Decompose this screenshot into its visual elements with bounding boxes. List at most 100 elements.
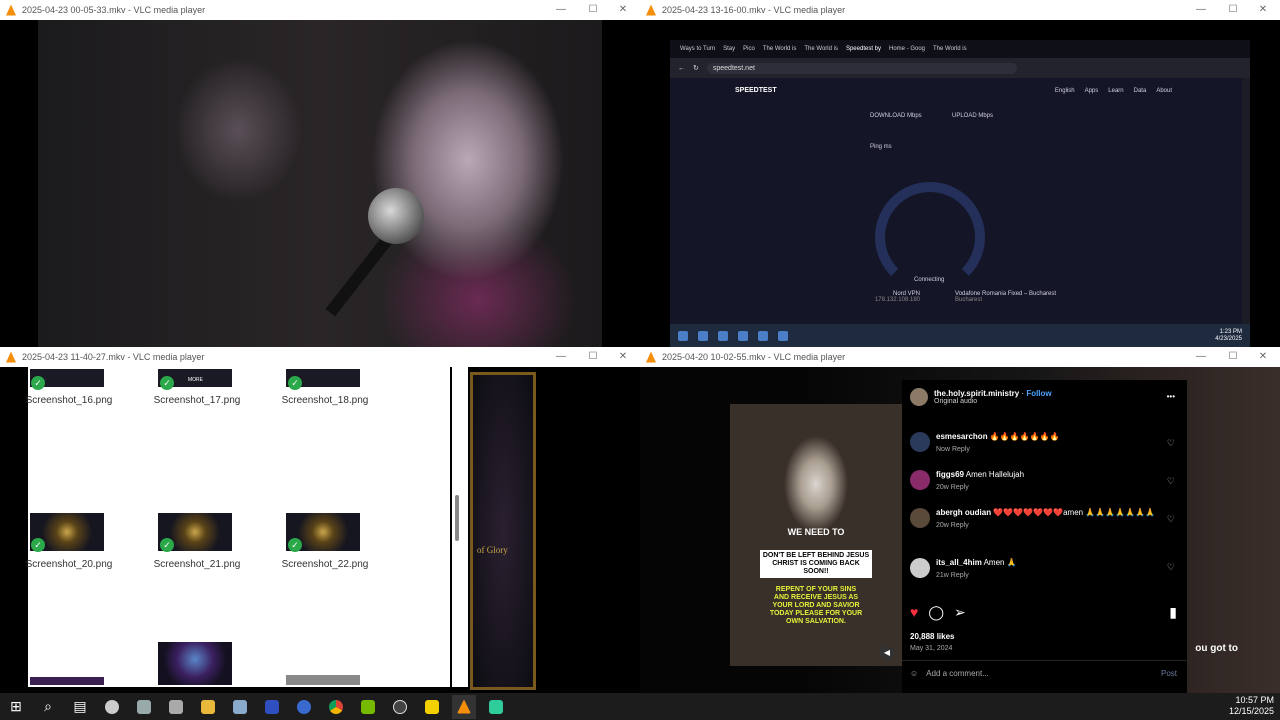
app-icon[interactable] [698, 330, 708, 341]
url-field[interactable]: speedtest.net [706, 62, 1017, 74]
like-comment-icon[interactable]: ♡ [1167, 476, 1175, 487]
mute-icon[interactable]: ◀ [880, 646, 894, 660]
file-name[interactable]: Screenshot_18.png [260, 395, 390, 406]
avatar[interactable] [910, 388, 928, 406]
reload-icon[interactable]: ↻ [693, 64, 699, 72]
like-comment-icon[interactable]: ♡ [1167, 562, 1175, 573]
app-icon[interactable] [678, 330, 688, 341]
like-comment-icon[interactable]: ♡ [1167, 438, 1175, 449]
add-comment-input[interactable]: Add a comment... [926, 669, 989, 678]
title-bar[interactable]: 2025-04-23 00-05-33.mkv - VLC media play… [0, 0, 640, 20]
tab[interactable]: Stay [723, 46, 735, 52]
video-frame[interactable]: MORE ✓ ✓ ✓ Screenshot_16.png Screenshot_… [0, 367, 640, 693]
app-icon[interactable] [738, 330, 748, 341]
file-thumbnail[interactable] [30, 677, 104, 685]
search-icon[interactable]: ⌕ [36, 695, 60, 719]
maximize-button[interactable]: ☐ [578, 0, 608, 20]
comment-icon[interactable]: ◯ [928, 604, 944, 621]
server-info[interactable]: Vodafone Romania Fixed – Bucharest Bucha… [955, 291, 1065, 303]
reply-button[interactable]: Reply [952, 446, 970, 453]
maximize-button[interactable]: ☐ [578, 347, 608, 367]
close-button[interactable]: ✕ [1248, 0, 1278, 20]
file-explorer-icon[interactable] [196, 695, 220, 719]
reply-button[interactable]: Reply [951, 484, 969, 491]
nav-item[interactable]: English [1055, 88, 1075, 94]
minimize-button[interactable]: — [1186, 347, 1216, 367]
title-bar[interactable]: 2025-04-20 10-02-55.mkv - VLC media play… [640, 347, 1280, 367]
chrome-icon[interactable] [324, 695, 348, 719]
avatar[interactable] [910, 432, 930, 452]
emoji-icon[interactable]: ☺ [910, 669, 918, 678]
account-name[interactable]: the.holy.spirit.ministry [934, 389, 1019, 398]
minimize-button[interactable]: — [546, 0, 576, 20]
app-icon[interactable] [718, 330, 728, 341]
close-button[interactable]: ✕ [608, 347, 638, 367]
task-view-icon[interactable]: ▤ [68, 695, 92, 719]
nav-item[interactable]: Learn [1108, 88, 1123, 94]
video-frame[interactable]: Ways to Turn Stay Pico The World is The … [640, 20, 1280, 347]
comment-user[interactable]: esmesarchon [936, 432, 988, 441]
file-thumbnail[interactable] [286, 675, 360, 685]
bookmark-icon[interactable]: ▮ [1169, 604, 1177, 621]
title-bar[interactable]: 2025-04-23 11-40-27.mkv - VLC media play… [0, 347, 640, 367]
reply-button[interactable]: Reply [951, 522, 969, 529]
avatar[interactable] [910, 558, 930, 578]
sticky-notes-icon[interactable] [420, 695, 444, 719]
app-icon[interactable] [228, 695, 252, 719]
reel-video[interactable]: WE NEED TO DON'T BE LEFT BEHIND JESUS CH… [730, 404, 902, 666]
nav-item[interactable]: Data [1134, 88, 1147, 94]
like-count[interactable]: 20,888 likes [910, 632, 954, 641]
windows-start-icon[interactable]: ⊞ [4, 695, 28, 719]
app-icon[interactable] [260, 695, 284, 719]
minimize-button[interactable]: — [546, 347, 576, 367]
scrollbar[interactable] [452, 367, 468, 687]
system-clock[interactable]: 10:57 PM 12/15/2025 [1229, 695, 1274, 717]
title-bar[interactable]: 2025-04-23 13-16-00.mkv - VLC media play… [640, 0, 1280, 20]
back-icon[interactable]: ← [678, 65, 685, 72]
vlc-window-3[interactable]: 2025-04-23 11-40-27.mkv - VLC media play… [0, 347, 640, 693]
tab[interactable]: Pico [743, 46, 755, 52]
post-button[interactable]: Post [1161, 669, 1177, 678]
tab[interactable]: Home - Goog [889, 46, 925, 52]
file-name[interactable]: Screenshot_16.png [4, 395, 134, 406]
vlc-window-4[interactable]: 2025-04-20 10-02-55.mkv - VLC media play… [640, 347, 1280, 693]
app-icon[interactable] [758, 330, 768, 341]
comment-user[interactable]: its_all_4him [936, 558, 982, 567]
comment-user[interactable]: abergh oudian [936, 508, 991, 517]
app-icon[interactable] [484, 695, 508, 719]
close-button[interactable]: ✕ [608, 0, 638, 20]
maximize-button[interactable]: ☐ [1218, 347, 1248, 367]
reply-button[interactable]: Reply [951, 572, 969, 579]
tab-active[interactable]: Speedtest by [846, 46, 881, 52]
avatar[interactable] [910, 470, 930, 490]
app-icon[interactable] [292, 695, 316, 719]
obs-icon[interactable] [388, 695, 412, 719]
app-icon[interactable] [100, 695, 124, 719]
vlc-window-1[interactable]: 2025-04-23 00-05-33.mkv - VLC media play… [0, 0, 640, 347]
vlc-icon[interactable] [452, 694, 476, 719]
app-icon[interactable] [132, 695, 156, 719]
scrollbar-thumb[interactable] [455, 495, 459, 541]
file-name[interactable]: Screenshot_22.png [260, 559, 390, 570]
maximize-button[interactable]: ☐ [1218, 0, 1248, 20]
share-icon[interactable]: ➢ [954, 604, 966, 621]
tab[interactable]: The World is [933, 46, 967, 52]
close-button[interactable]: ✕ [1248, 347, 1278, 367]
comment-user[interactable]: figgs69 [936, 470, 964, 479]
avatar[interactable] [910, 508, 930, 528]
file-name[interactable]: Screenshot_17.png [132, 395, 262, 406]
file-name[interactable]: Screenshot_20.png [4, 559, 134, 570]
app-icon[interactable] [164, 695, 188, 719]
follow-button[interactable]: Follow [1026, 389, 1051, 398]
vlc-window-2[interactable]: 2025-04-23 13-16-00.mkv - VLC media play… [640, 0, 1280, 347]
more-options-icon[interactable]: ••• [1167, 392, 1175, 401]
audio-label[interactable]: Original audio [934, 398, 1052, 405]
tab[interactable]: The World is [763, 46, 797, 52]
like-comment-icon[interactable]: ♡ [1167, 514, 1175, 525]
heart-icon[interactable]: ♥ [910, 604, 918, 621]
tab[interactable]: Ways to Turn [680, 46, 715, 52]
minimize-button[interactable]: — [1186, 0, 1216, 20]
nav-item[interactable]: Apps [1085, 88, 1099, 94]
file-name[interactable]: Screenshot_21.png [132, 559, 262, 570]
nvidia-icon[interactable] [356, 695, 380, 719]
